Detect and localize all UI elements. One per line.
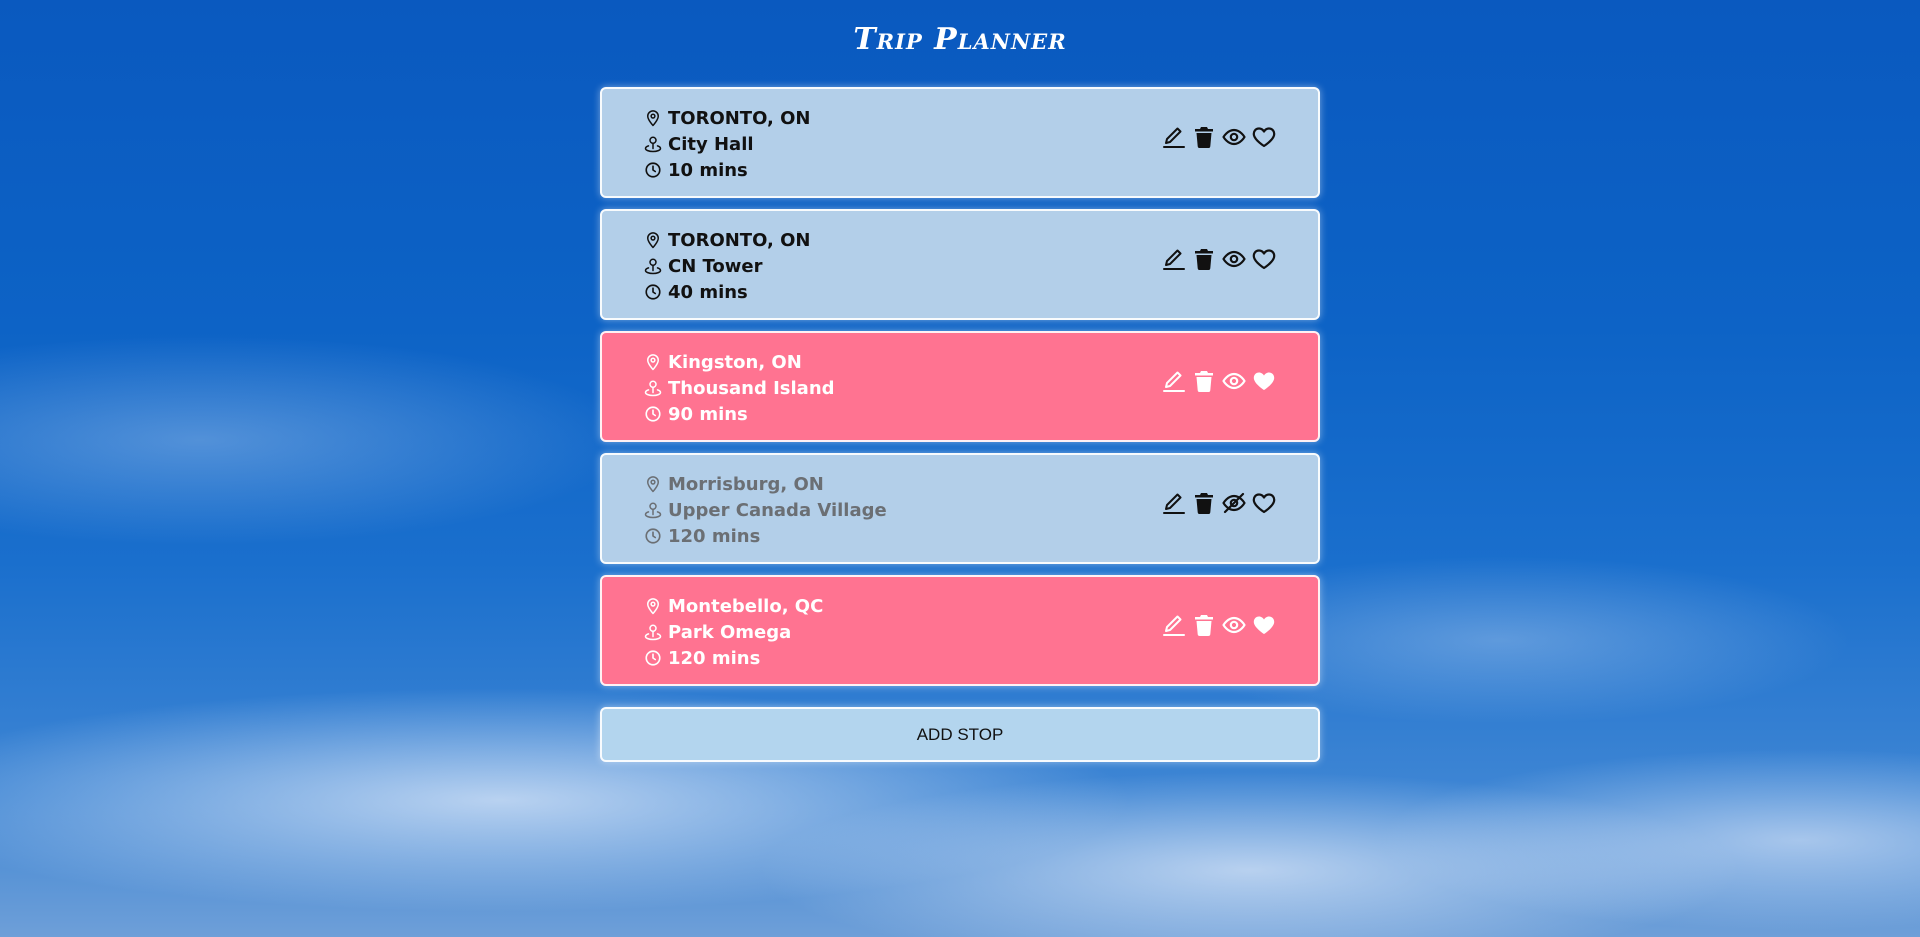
edit-icon[interactable] — [1162, 613, 1186, 637]
stop-actions — [1162, 491, 1276, 515]
stop-info: Morrisburg, ON Upper Canada Village 120 … — [644, 471, 887, 549]
eye-icon[interactable] — [1222, 369, 1246, 393]
stop-place: CN Tower — [668, 255, 763, 277]
trash-icon[interactable] — [1192, 369, 1216, 393]
stop-place: City Hall — [668, 133, 754, 155]
person-pin-icon — [644, 502, 662, 519]
heart-filled-icon[interactable] — [1252, 369, 1276, 393]
trash-icon[interactable] — [1192, 247, 1216, 271]
person-pin-icon — [644, 136, 662, 153]
map-pin-icon — [647, 598, 659, 615]
stop-place: Thousand Island — [668, 377, 835, 399]
trash-icon[interactable] — [1192, 613, 1216, 637]
stop-location: Kingston, ON — [668, 351, 802, 373]
clock-icon — [645, 650, 661, 666]
eye-slash-icon[interactable] — [1222, 491, 1246, 515]
stop-info: TORONTO, ON City Hall 10 mins — [644, 105, 810, 183]
stop-card: TORONTO, ON City Hall 10 mins — [600, 87, 1320, 198]
person-pin-icon — [644, 258, 662, 275]
person-pin-icon — [644, 624, 662, 641]
stop-location: Montebello, QC — [668, 595, 824, 617]
stop-actions — [1162, 369, 1276, 393]
heart-filled-icon[interactable] — [1252, 613, 1276, 637]
stop-place: Park Omega — [668, 621, 792, 643]
stop-card: Montebello, QC Park Omega 120 mins — [600, 575, 1320, 686]
stop-info: Kingston, ON Thousand Island 90 mins — [644, 349, 835, 427]
stop-actions — [1162, 247, 1276, 271]
stop-duration: 40 mins — [668, 281, 748, 303]
stop-card: TORONTO, ON CN Tower 40 mins — [600, 209, 1320, 320]
edit-icon[interactable] — [1162, 491, 1186, 515]
eye-icon[interactable] — [1222, 125, 1246, 149]
clock-icon — [645, 162, 661, 178]
stop-card: Kingston, ON Thousand Island 90 mins — [600, 331, 1320, 442]
stop-actions — [1162, 613, 1276, 637]
stop-location: TORONTO, ON — [668, 107, 811, 129]
edit-icon[interactable] — [1162, 247, 1186, 271]
clock-icon — [645, 284, 661, 300]
stop-location: Morrisburg, ON — [668, 473, 824, 495]
stop-duration: 10 mins — [668, 159, 748, 181]
clock-icon — [645, 406, 661, 422]
trash-icon[interactable] — [1192, 125, 1216, 149]
stop-card: Morrisburg, ON Upper Canada Village 120 … — [600, 453, 1320, 564]
add-stop-button[interactable]: ADD STOP — [600, 707, 1320, 762]
map-pin-icon — [647, 354, 659, 371]
stop-place: Upper Canada Village — [668, 499, 887, 521]
stop-info: Montebello, QC Park Omega 120 mins — [644, 593, 823, 671]
heart-outline-icon[interactable] — [1252, 125, 1276, 149]
eye-icon[interactable] — [1222, 613, 1246, 637]
stop-duration: 90 mins — [668, 403, 748, 425]
stop-list: TORONTO, ON City Hall 10 mins TORONTO, O… — [600, 87, 1320, 697]
map-pin-icon — [647, 232, 659, 249]
clock-icon — [645, 528, 661, 544]
stop-location: TORONTO, ON — [668, 229, 811, 251]
trash-icon[interactable] — [1192, 491, 1216, 515]
map-pin-icon — [647, 110, 659, 127]
stop-info: TORONTO, ON CN Tower 40 mins — [644, 227, 810, 305]
eye-icon[interactable] — [1222, 247, 1246, 271]
page-title: Trip Planner — [853, 22, 1067, 57]
edit-icon[interactable] — [1162, 369, 1186, 393]
heart-outline-icon[interactable] — [1252, 491, 1276, 515]
stop-duration: 120 mins — [668, 647, 761, 669]
stop-duration: 120 mins — [668, 525, 761, 547]
map-pin-icon — [647, 476, 659, 493]
stop-actions — [1162, 125, 1276, 149]
heart-outline-icon[interactable] — [1252, 247, 1276, 271]
edit-icon[interactable] — [1162, 125, 1186, 149]
person-pin-icon — [644, 380, 662, 397]
